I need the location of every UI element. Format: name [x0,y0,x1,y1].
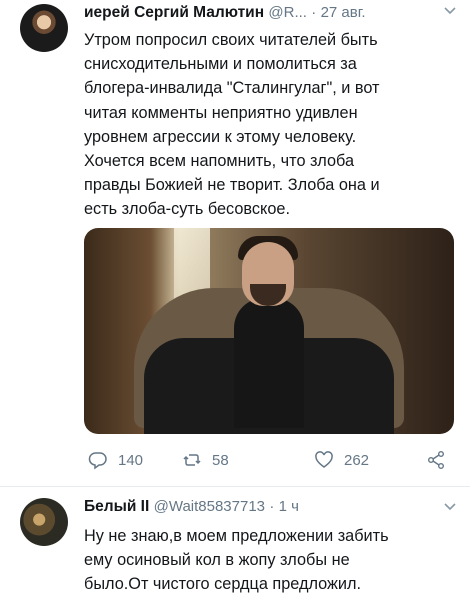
reply-count: 140 [118,451,144,469]
tweet-actions: 140 58 262 [84,450,454,474]
author-name[interactable]: Белый II [84,498,149,515]
tweet-text-line: Хочется всем напомнить, что злоба [84,152,355,171]
avatar[interactable] [20,498,68,546]
retweet-button[interactable]: 58 [182,450,229,470]
tweet-text-line: уровнем агрессии к этому человеку. [84,127,357,146]
separator-dot: · [269,498,275,515]
tweet-text-line: блогера-инвалида "Сталингулаг", и вот [84,79,380,98]
retweet-icon [183,454,201,466]
separator-dot: · [311,4,317,21]
chevron-down-icon[interactable] [442,2,458,18]
tweet-text-line: ему осиновый кол в жопу злобы не [84,551,350,570]
tweet-text: Ну не знаю,в моем предложении забить ему… [84,524,454,597]
author-handle[interactable]: @Wait85837713 [154,498,265,515]
tweet-main[interactable]: иерей Сергий Малютин @R... · 27 авг. Утр… [0,0,470,486]
tweet-header: Белый II @Wait85837713 · 1 ч [84,498,460,520]
retweet-count: 58 [212,451,229,469]
tweet-text-line: снисходительными и помолиться за [84,55,357,74]
tweet-text-line: Ну не знаю,в моем предложении забить [84,527,389,545]
reply-icon [88,452,107,470]
avatar[interactable] [20,4,68,52]
author-handle[interactable]: @R... [268,4,307,21]
tweet-photo[interactable] [84,228,454,434]
like-count: 262 [344,451,370,469]
tweet-text-line: было.От чистого сердца предложил. [84,575,362,594]
heart-icon [315,451,333,468]
tweet-time[interactable]: 27 авг. [321,4,366,21]
tweet-text: Утром попросил своих читателей быть снис… [84,28,454,222]
tweet-text-line: Утром попросил своих читателей быть [84,31,378,49]
tweet-header: иерей Сергий Малютин @R... · 27 авг. [84,4,460,26]
tweet-time[interactable]: 1 ч [279,498,299,515]
divider [0,486,470,487]
tweet-text-line: читая комменты неприятно удивлен [84,103,358,122]
tweet-text-line: правды Божией не творит. Злоба она и [84,176,380,195]
share-button[interactable] [426,450,446,470]
tweet-text-line: есть злоба-суть бесовское. [84,200,290,219]
reply-button[interactable]: 140 [88,450,143,470]
share-icon [428,451,444,469]
like-button[interactable]: 262 [314,450,369,470]
chevron-down-icon[interactable] [442,498,458,514]
author-name[interactable]: иерей Сергий Малютин [84,4,264,21]
